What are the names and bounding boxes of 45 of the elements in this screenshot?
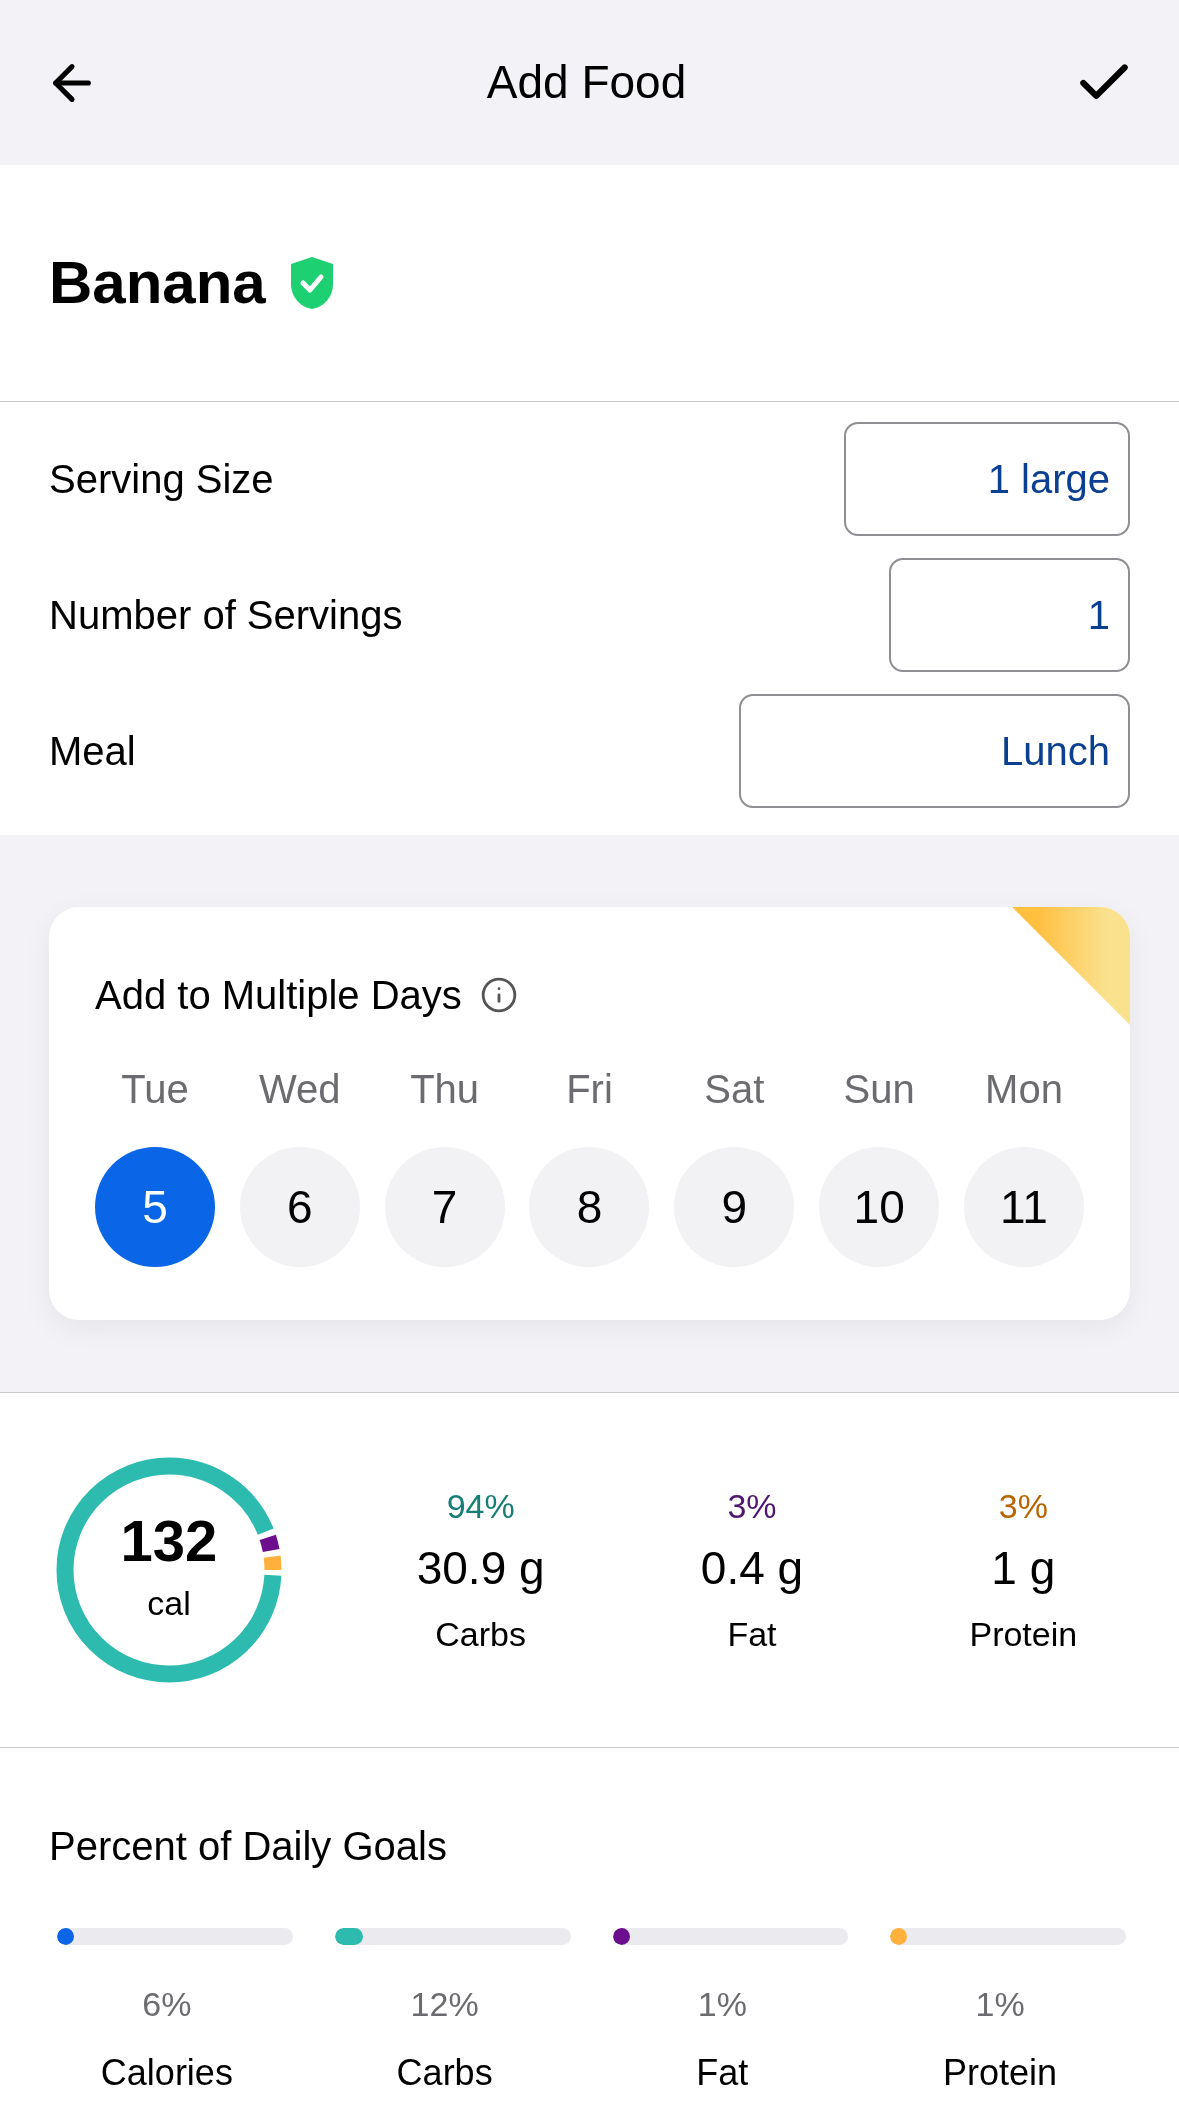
day-button[interactable]: 5 (95, 1147, 215, 1267)
day-button[interactable]: 10 (819, 1147, 940, 1267)
weekday-label: Wed (259, 1066, 341, 1113)
weekday-label: Tue (121, 1066, 189, 1113)
corner-ribbon-icon (1012, 907, 1130, 1025)
macro-name: Fat (727, 1613, 777, 1655)
info-icon[interactable] (479, 976, 518, 1014)
section-title: Percent of Daily Goals (49, 1824, 447, 1868)
weekday-label: Sat (704, 1066, 765, 1113)
page-title: Add Food (486, 55, 687, 110)
goal-percent: 1% (975, 1984, 1025, 2025)
weekday-label: Sun (843, 1066, 915, 1113)
field-input[interactable]: 1 (889, 557, 1130, 672)
macro-amount: 0.4 g (700, 1540, 804, 1596)
macro-amount: 30.9 g (416, 1540, 545, 1596)
calorie-unit: cal (147, 1582, 191, 1624)
calorie-count: 132 (120, 1511, 218, 1570)
macro-amount: 1 g (991, 1540, 1056, 1596)
day-button[interactable]: 6 (239, 1147, 360, 1267)
field-label: Number of Servings (49, 591, 403, 639)
macro-name: Protein (969, 1613, 1078, 1655)
goal-percent: 12% (410, 1984, 479, 2025)
field-input[interactable]: Lunch (739, 693, 1130, 808)
goal-name: Fat (696, 2051, 749, 2095)
weekday-label: Thu (410, 1066, 480, 1113)
day-button[interactable]: 7 (384, 1147, 505, 1267)
goal-name: Protein (943, 2051, 1058, 2095)
field-input[interactable]: 1 large (844, 421, 1130, 536)
field-label: Meal (49, 727, 136, 775)
day-button[interactable]: 9 (674, 1147, 795, 1267)
macro-percent: 94% (446, 1485, 515, 1527)
day-button[interactable]: 11 (963, 1147, 1084, 1267)
weekday-label: Mon (985, 1066, 1063, 1113)
macro-name: Carbs (435, 1613, 526, 1655)
day-button[interactable]: 8 (529, 1147, 650, 1267)
card-title: Add to Multiple Days (95, 972, 462, 1019)
goal-name: Carbs (396, 2051, 493, 2095)
macro-percent: 3% (727, 1485, 777, 1527)
macro-percent: 3% (998, 1485, 1048, 1527)
weekday-label: Fri (566, 1066, 613, 1113)
food-name: Banana (49, 248, 266, 318)
field-label: Serving Size (49, 455, 274, 503)
goal-percent: 1% (697, 1984, 747, 2025)
goal-name: Calories (100, 2051, 233, 2095)
goal-percent: 6% (142, 1984, 192, 2025)
